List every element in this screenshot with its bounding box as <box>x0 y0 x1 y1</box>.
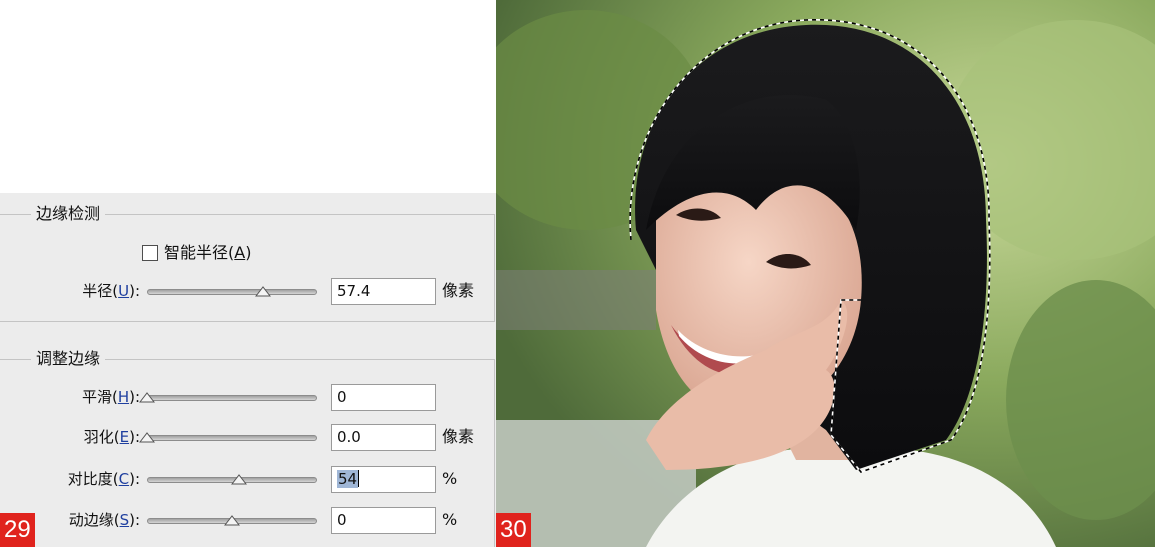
smart-radius-label[interactable]: 智能半径(A) <box>164 243 251 263</box>
edge-detection-title: 边缘检测 <box>31 204 106 224</box>
smooth-slider-track[interactable] <box>147 395 317 401</box>
smart-radius-text: 智能半径 <box>164 243 229 262</box>
left-panel: 边缘检测 智能半径(A) 半径(U): 57.4 像素 调整边缘 平滑(H): … <box>0 0 496 547</box>
feather-label: 羽化(E): <box>83 428 140 446</box>
contrast-input[interactable]: 54 <box>331 466 436 493</box>
slider-thumb-icon <box>224 515 240 526</box>
radius-unit: 像素 <box>442 281 475 300</box>
smooth-input[interactable]: 0 <box>331 384 436 411</box>
slider-thumb-icon <box>254 286 271 297</box>
radius-input[interactable]: 57.4 <box>331 278 436 305</box>
smart-radius-checkbox[interactable] <box>142 245 158 261</box>
adjust-edge-title: 调整边缘 <box>31 349 106 369</box>
edge-detection-right-border <box>494 214 495 321</box>
figure-number-badge-right: 30 <box>496 513 531 547</box>
feather-unit: 像素 <box>442 427 475 446</box>
contrast-label: 对比度(C): <box>67 470 140 488</box>
adjust-edge-right-border <box>494 359 495 547</box>
feather-slider-track[interactable] <box>147 435 317 441</box>
shift-edge-label: 动边缘(S): <box>68 511 140 529</box>
smart-radius-hotkey: A <box>234 243 246 262</box>
portrait-photo: 30 <box>496 0 1155 547</box>
slider-thumb-icon <box>139 432 155 443</box>
background-bench <box>496 270 656 330</box>
portrait-illustration <box>496 0 1155 547</box>
text-caret <box>358 470 360 487</box>
contrast-unit: % <box>442 469 458 488</box>
smooth-label: 平滑(H): <box>81 388 140 406</box>
figure-number-badge-left: 29 <box>0 513 35 547</box>
slider-thumb-icon <box>230 474 247 485</box>
feather-input[interactable]: 0.0 <box>331 424 436 451</box>
slider-thumb-icon <box>139 392 155 403</box>
contrast-input-selection: 54 <box>337 470 359 488</box>
shift-edge-unit: % <box>442 510 458 529</box>
shift-edge-input[interactable]: 0 <box>331 507 436 534</box>
radius-slider-track[interactable] <box>147 289 317 295</box>
edge-detection-bottom-border <box>0 321 495 322</box>
refine-edge-dialog: 边缘检测 智能半径(A) 半径(U): 57.4 像素 调整边缘 平滑(H): … <box>0 193 496 547</box>
radius-label: 半径(U): <box>82 282 140 300</box>
